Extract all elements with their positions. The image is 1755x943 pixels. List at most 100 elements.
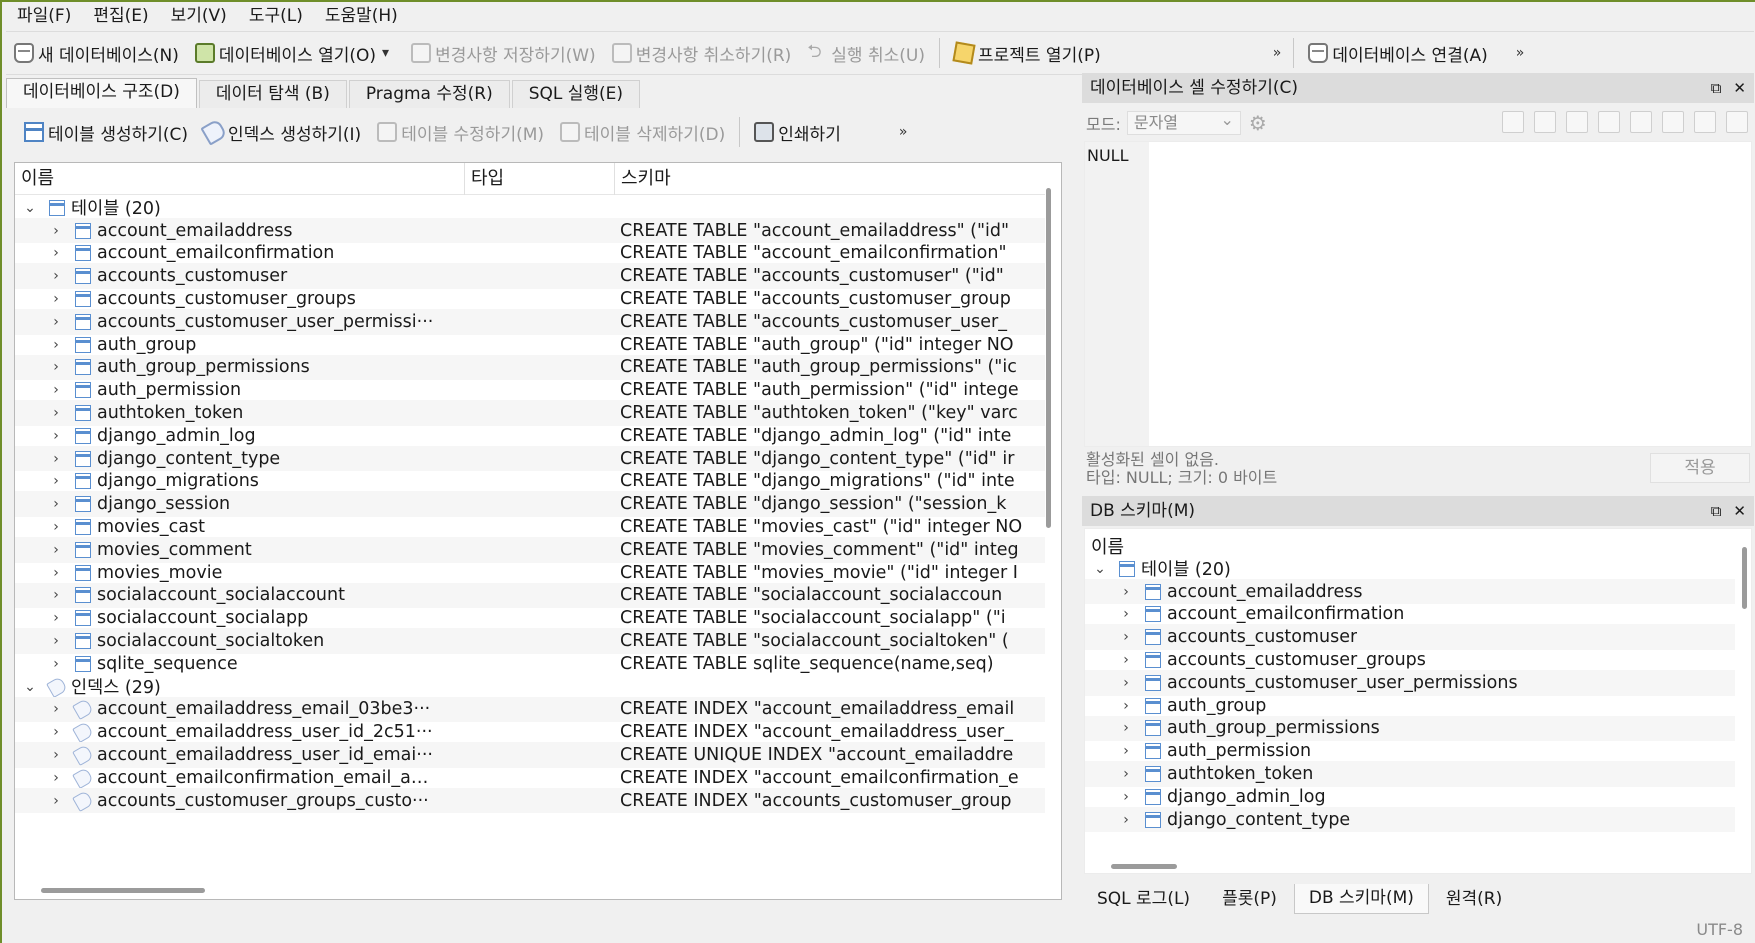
mode-dropdown[interactable]: 문자열: [1126, 109, 1241, 135]
close-panel-icon[interactable]: ✕: [1733, 73, 1746, 103]
index-row[interactable]: › account_emailaddress_user_id_emai··· CRE…: [15, 742, 1045, 768]
table-row[interactable]: › account_emailconfirmation CREATE TABLE "…: [15, 241, 1045, 267]
print-cell-icon[interactable]: [1726, 111, 1748, 133]
toolbar-overflow-icon-2[interactable]: »: [1510, 45, 1531, 61]
expand-arrow-icon[interactable]: ›: [1119, 652, 1133, 668]
expand-arrow-icon[interactable]: ›: [1119, 720, 1133, 736]
indexes-group[interactable]: ⌄ 인덱스 (29): [15, 674, 1045, 700]
schema-table-row[interactable]: › authtoken_token: [1085, 761, 1735, 787]
table-row[interactable]: › django_content_type CREATE TABLE "django…: [15, 445, 1045, 472]
table-row[interactable]: › movies_cast CREATE TABLE "movies_cast" (…: [15, 514, 1045, 540]
tab-remote[interactable]: 원격(R): [1431, 884, 1517, 914]
expand-arrow-icon[interactable]: ›: [49, 610, 63, 626]
expand-arrow-icon[interactable]: ›: [49, 359, 63, 375]
expand-arrow-icon[interactable]: ›: [49, 656, 63, 672]
print-button[interactable]: 인쇄하기: [746, 114, 849, 150]
open-project-button[interactable]: 프로젝트 열기(P): [946, 35, 1109, 71]
table-row[interactable]: › sqlite_sequence CREATE TABLE sqlite_sequ…: [15, 651, 1045, 677]
table-row[interactable]: › account_emailaddress CREATE TABLE "accou…: [15, 217, 1045, 244]
expand-arrow-icon[interactable]: ›: [49, 724, 63, 740]
schema-table-row[interactable]: › auth_group: [1085, 693, 1735, 719]
open-database-button[interactable]: 데이터베이스 열기(O) ▾: [187, 35, 403, 71]
expand-arrow-icon[interactable]: ›: [49, 793, 63, 809]
tab-db-schema[interactable]: DB 스키마(M): [1293, 884, 1429, 914]
menu-file[interactable]: 파일(F): [6, 3, 82, 29]
expand-arrow-icon[interactable]: ›: [49, 542, 63, 558]
tab-plot[interactable]: 플롯(P): [1207, 884, 1292, 914]
attach-database-button[interactable]: 데이터베이스 연결(A): [1300, 35, 1495, 71]
tab-browse-data[interactable]: 데이터 탐색 (B): [198, 80, 347, 108]
close-panel-icon[interactable]: ✕: [1733, 496, 1746, 526]
table-row[interactable]: › authtoken_token CREATE TABLE "authtoken_…: [15, 400, 1045, 426]
expand-arrow-icon[interactable]: ›: [49, 747, 63, 763]
menu-edit[interactable]: 편집(E): [82, 3, 159, 29]
settings-gear-icon[interactable]: ⚙: [1249, 111, 1267, 135]
expand-arrow-icon[interactable]: ›: [49, 405, 63, 421]
undo-button[interactable]: ⮌ 실행 취소(U): [799, 35, 933, 71]
tab-database-structure[interactable]: 데이터베이스 구조(D): [6, 78, 197, 108]
new-database-button[interactable]: 새 데이터베이스(N): [6, 35, 187, 71]
expand-arrow-icon[interactable]: ›: [1119, 789, 1133, 805]
index-row[interactable]: › account_emailaddress_user_id_2c51··· CRE…: [15, 719, 1045, 745]
expand-arrow-icon[interactable]: ›: [1119, 743, 1133, 759]
expand-arrow-icon[interactable]: ›: [49, 245, 63, 261]
expand-arrow-icon[interactable]: ›: [49, 451, 63, 467]
table-row[interactable]: › socialaccount_socialapp CREATE TABLE "so…: [15, 605, 1045, 631]
expand-arrow-icon[interactable]: ›: [1119, 675, 1133, 691]
save-changes-button[interactable]: 변경사항 저장하기(W): [403, 35, 604, 71]
table-row[interactable]: › django_migrations CREATE TABLE "django_m…: [15, 469, 1045, 495]
tab-execute-sql[interactable]: SQL 실행(E): [511, 80, 641, 108]
expand-arrow-icon[interactable]: ›: [49, 337, 63, 353]
table-row[interactable]: › auth_permission CREATE TABLE "auth_permi…: [15, 377, 1045, 403]
schema-table-row[interactable]: › accounts_customuser: [1085, 624, 1735, 650]
tab-sql-log[interactable]: SQL 로그(L): [1082, 884, 1205, 914]
column-name-header[interactable]: 이름: [15, 163, 465, 195]
table-row[interactable]: › auth_group CREATE TABLE "auth_group" ("i…: [15, 332, 1045, 358]
index-row[interactable]: › account_emailconfirmation_email_ad··· CR…: [15, 765, 1045, 791]
schema-table-row[interactable]: › auth_group_permissions: [1085, 715, 1735, 742]
link-icon[interactable]: [1662, 111, 1684, 133]
schema-table-row[interactable]: › auth_permission: [1085, 738, 1735, 764]
auto-format-icon[interactable]: [1534, 111, 1556, 133]
schema-tables-group[interactable]: ⌄ 테이블 (20): [1085, 556, 1735, 582]
expand-arrow-icon[interactable]: ›: [49, 268, 63, 284]
toggle-icon[interactable]: [1694, 111, 1716, 133]
table-row[interactable]: › django_session CREATE TABLE "django_sess…: [15, 491, 1045, 517]
cell-editor[interactable]: NULL: [1084, 141, 1752, 447]
dropdown-arrow-icon[interactable]: ▾: [376, 45, 395, 61]
expand-arrow-icon[interactable]: ›: [49, 496, 63, 512]
schema-table-row[interactable]: › accounts_customuser_user_permissions: [1085, 670, 1735, 696]
schema-table-row[interactable]: › account_emailaddress: [1085, 578, 1735, 605]
expand-arrow-icon[interactable]: ›: [1119, 629, 1133, 645]
column-schema-header[interactable]: 스키마: [615, 163, 1045, 195]
revert-changes-button[interactable]: 변경사항 취소하기(R): [604, 35, 800, 71]
index-row[interactable]: › account_emailaddress_email_03be3··· CREA…: [15, 696, 1045, 723]
export-file-icon[interactable]: [1598, 111, 1620, 133]
schema-table-row[interactable]: › django_admin_log: [1085, 784, 1735, 810]
db-schema-tree[interactable]: 이름 ⌄ 테이블 (20) › account_emailaddress › accoun…: [1084, 528, 1752, 874]
collapse-arrow-icon[interactable]: ⌄: [23, 679, 37, 695]
schema-table-row[interactable]: › accounts_customuser_groups: [1085, 647, 1735, 673]
apply-button[interactable]: 적용: [1650, 453, 1750, 483]
collapse-arrow-icon[interactable]: ⌄: [1093, 561, 1107, 577]
table-row[interactable]: › socialaccount_socialaccount CREATE TABLE…: [15, 582, 1045, 609]
menu-tools[interactable]: 도구(L): [238, 3, 314, 29]
expand-arrow-icon[interactable]: ›: [49, 565, 63, 581]
table-row[interactable]: › accounts_customuser CREATE TABLE "accoun…: [15, 263, 1045, 289]
modify-table-button[interactable]: 테이블 수정하기(M): [369, 114, 552, 150]
table-row[interactable]: › socialaccount_socialtoken CREATE TABLE "…: [15, 628, 1045, 654]
delete-table-button[interactable]: 테이블 삭제하기(D): [552, 114, 733, 150]
import-file-icon[interactable]: [1566, 111, 1588, 133]
create-index-button[interactable]: 인덱스 생성하기(I): [196, 114, 369, 150]
expand-arrow-icon[interactable]: ›: [49, 587, 63, 603]
expand-arrow-icon[interactable]: ›: [49, 701, 63, 717]
table-row[interactable]: › auth_group_permissions CREATE TABLE "aut…: [15, 354, 1045, 381]
collapse-arrow-icon[interactable]: ⌄: [23, 200, 37, 216]
horizontal-scrollbar[interactable]: [41, 888, 205, 893]
tables-group[interactable]: ⌄ 테이블 (20): [15, 195, 1045, 221]
table-row[interactable]: › accounts_customuser_user_permissi··· CRE…: [15, 309, 1045, 335]
expand-arrow-icon[interactable]: ›: [1119, 698, 1133, 714]
expand-arrow-icon[interactable]: ›: [49, 291, 63, 307]
table-row[interactable]: › django_admin_log CREATE TABLE "django_ad…: [15, 423, 1045, 449]
expand-arrow-icon[interactable]: ›: [1119, 606, 1133, 622]
